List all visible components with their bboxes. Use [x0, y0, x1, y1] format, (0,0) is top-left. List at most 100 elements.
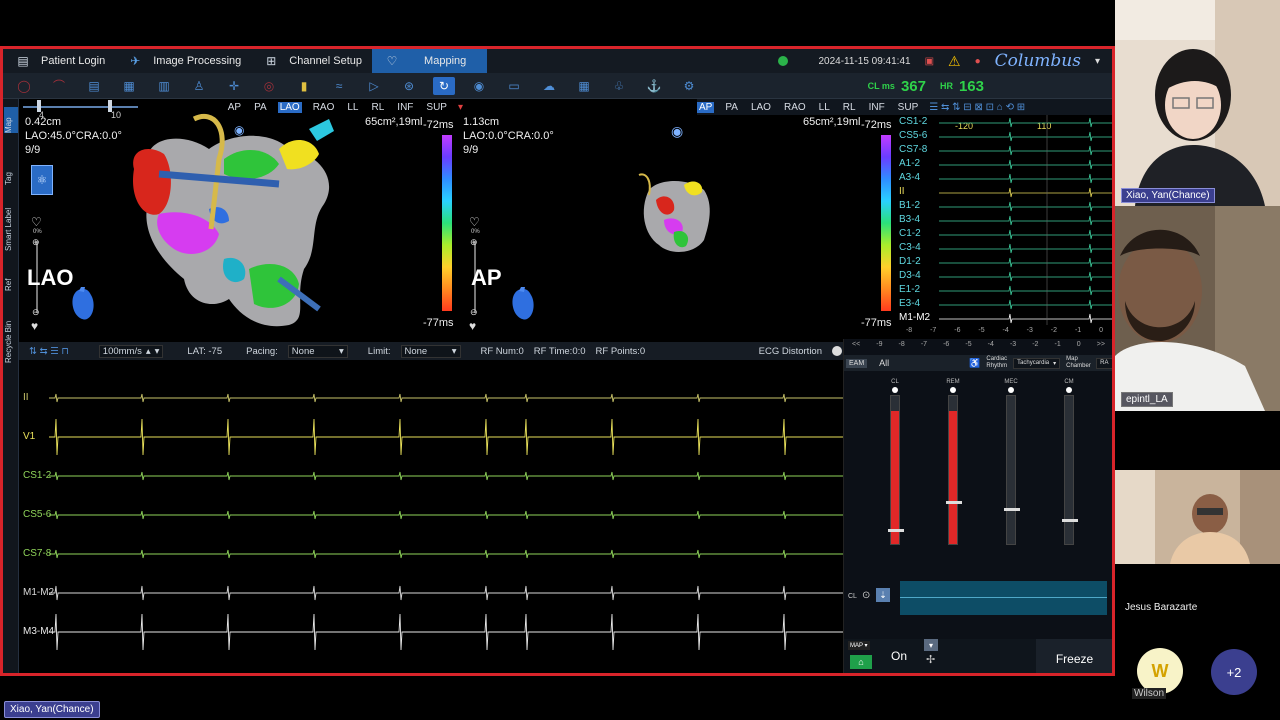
anatomy-3d-map[interactable] [634, 170, 719, 260]
record-icon[interactable]: ◯ [13, 77, 35, 95]
catheter-icon[interactable]: ⌒ [48, 77, 70, 95]
ablation-icon[interactable]: ⊛ [398, 77, 420, 95]
tab-channel-setup[interactable]: ⊞ Channel Setup [251, 49, 372, 73]
view-btn-ll[interactable]: LL [817, 102, 832, 113]
sweep-speed-select[interactable]: 100mm/s ▴ ▾ [98, 344, 164, 358]
cl-cursor-icon[interactable]: ⇣ [876, 588, 890, 602]
anchor-icon[interactable]: ⚓ [643, 77, 665, 95]
crosshair-icon[interactable]: ✛ [223, 77, 245, 95]
anatomy-3d-map[interactable] [119, 109, 359, 335]
view-btn-inf[interactable]: INF [867, 102, 887, 113]
compass-icon[interactable]: ◉ [234, 123, 244, 137]
scale-max: -72ms [423, 119, 454, 131]
dropdown-icon[interactable]: ▾ [1095, 56, 1100, 67]
egm-trace [939, 145, 1112, 156]
video-call-sidebar: Xiao, Yan(Chance) epintl_LA Jesus Baraza… [1115, 0, 1280, 720]
rhythm-icon: ♿ [969, 357, 981, 368]
view-menu-icon[interactable]: ▾ [458, 102, 463, 113]
view-btn-rl[interactable]: RL [370, 102, 387, 113]
tab-image-processing[interactable]: ✈ Image Processing [115, 49, 251, 73]
view-btn-rao[interactable]: RAO [782, 102, 808, 113]
more-participants-button[interactable]: +2 [1211, 649, 1257, 695]
zoom-slider[interactable]: 4 10 [23, 99, 138, 120]
egm-channel-label: B3-4 [899, 214, 921, 225]
egm-axis-tick: -8 [905, 327, 913, 334]
rhythm-select[interactable]: Tachycardia ▾ [1013, 357, 1061, 369]
compass-icon[interactable]: ◉ [671, 123, 683, 140]
egm-axis-tick: 0 [1099, 327, 1103, 334]
egm-toolbar-icons[interactable]: ☰ ⇆ ⇅ ⊟ ⊠ ⊡ ⌂ ⟲ ⊞ [929, 102, 1025, 113]
strip-tab-smart-label[interactable]: Smart Label [4, 195, 18, 251]
egm-channel-pane[interactable]: CS1-2 CS5-6 CS7-8 A1-2 A3-4 II B1-2 B3-4 C1-2 C3-… [897, 115, 1112, 339]
right-view-header: AP PA LAO RAO LL RL INF SUP ☰ ⇆ ⇅ ⊟ ⊠ ⊡ … [697, 99, 1112, 115]
orientation-label: AP [471, 265, 502, 290]
strip-tab-map[interactable]: Map [4, 107, 18, 133]
strip-tab-recycle-bin[interactable]: Recycle Bin [4, 311, 18, 363]
freeze-mode-icon[interactable]: ▾ [924, 639, 938, 651]
participant-name: Wilson [1132, 688, 1167, 699]
calendar-icon[interactable]: ▦ [573, 77, 595, 95]
view-btn-lao[interactable]: LAO [749, 102, 773, 113]
threshold-slider[interactable] [1062, 395, 1078, 545]
chamber-select[interactable]: RA▾ [1096, 357, 1112, 369]
slider-label: CM [1064, 379, 1074, 385]
ecg-trace-area[interactable]: II V1 CS1-2 CS5-6 CS7-8 M1-M2 M3-M4 [19, 360, 844, 672]
view-btn-rl[interactable]: RL [841, 102, 858, 113]
settings-icon[interactable]: ⚙ [678, 77, 700, 95]
strip-tab-tag[interactable]: Tag [4, 159, 18, 185]
ecg-tool-icons[interactable]: ⇅ ⇆ ☰ ⊓ [29, 346, 69, 357]
ecg-distortion-toggle[interactable] [832, 346, 842, 356]
layers-icon[interactable]: ▤ [83, 77, 105, 95]
warning-icon[interactable]: ⚠ [948, 53, 961, 70]
lao-3d-view[interactable]: 0.42cm LAO:45.0°CRA:0.0° 9/9 65cm²,19ml … [19, 114, 459, 339]
on-button[interactable]: On [884, 645, 914, 667]
table-icon[interactable]: ▥ [153, 77, 175, 95]
egm-trace [939, 117, 1112, 128]
limit-select[interactable]: None ▾ [400, 344, 461, 358]
tab-label: Image Processing [153, 55, 242, 67]
play-icon[interactable]: ▷ [363, 77, 385, 95]
home-icon[interactable]: ⌂ [850, 655, 872, 669]
egm-trace [939, 313, 1112, 324]
map-cube-icon[interactable]: ⚛ [31, 165, 53, 195]
cloud-icon[interactable]: ☁ [538, 77, 560, 95]
participant-tile[interactable]: Xiao, Yan(Chance) [1115, 0, 1280, 206]
person-icon[interactable]: ♙ [188, 77, 210, 95]
grid-icon[interactable]: ▦ [118, 77, 140, 95]
tab-mapping[interactable]: ♡ Mapping [372, 49, 488, 73]
threshold-slider[interactable] [888, 395, 904, 545]
eam-tag[interactable]: EAM [846, 358, 868, 368]
strip-tab-ref[interactable]: Ref [4, 269, 18, 291]
crosshair-icon[interactable]: ✢ [926, 653, 935, 666]
view-btn-inf[interactable]: INF [395, 102, 415, 113]
tab-patient-login[interactable]: ▤ Patient Login [3, 49, 115, 73]
threshold-slider[interactable] [946, 395, 962, 545]
view-btn-sup[interactable]: SUP [896, 102, 921, 113]
cl-histogram-strip[interactable] [900, 581, 1107, 615]
participant-tile[interactable] [1115, 470, 1280, 564]
threshold-slider[interactable] [1004, 395, 1020, 545]
view-btn-pa[interactable]: PA [723, 102, 740, 113]
camera-icon[interactable]: ◉ [468, 77, 490, 95]
ecg-channel-label: CS1-2 [23, 470, 52, 481]
connection-status-icon [778, 56, 789, 66]
egm-channel-label: B1-2 [899, 200, 921, 211]
view-btn-ap[interactable]: AP [697, 101, 715, 113]
pacing-select[interactable]: None ▾ [287, 344, 348, 358]
freeze-button[interactable]: Freeze [1036, 639, 1112, 673]
angle-readout: LAO:0.0°CRA:0.0° [463, 130, 554, 142]
participant-tile[interactable]: epintl_LA [1115, 206, 1280, 411]
screen-icon[interactable]: ▭ [503, 77, 525, 95]
ap-3d-view[interactable]: 1.13cm LAO:0.0°CRA:0.0° 9/9 65cm²,19ml ♡… [459, 115, 897, 339]
view-btn-sup[interactable]: SUP [424, 102, 449, 113]
monitor-icon[interactable]: ▣ [925, 56, 934, 67]
mode-select[interactable]: MAP ▾ [848, 641, 870, 650]
rotate-icon[interactable]: ↻ [433, 76, 455, 95]
anatomy-icon[interactable]: ♧ [608, 77, 630, 95]
image-processing-icon: ✈ [130, 54, 141, 68]
wave-icon[interactable]: ≈ [328, 77, 350, 95]
pin-icon[interactable]: ● [975, 56, 981, 67]
palette-icon[interactable]: ▮ [293, 77, 315, 95]
reset-icon[interactable]: ⊙ [862, 590, 870, 601]
target-icon[interactable]: ◎ [258, 77, 280, 95]
